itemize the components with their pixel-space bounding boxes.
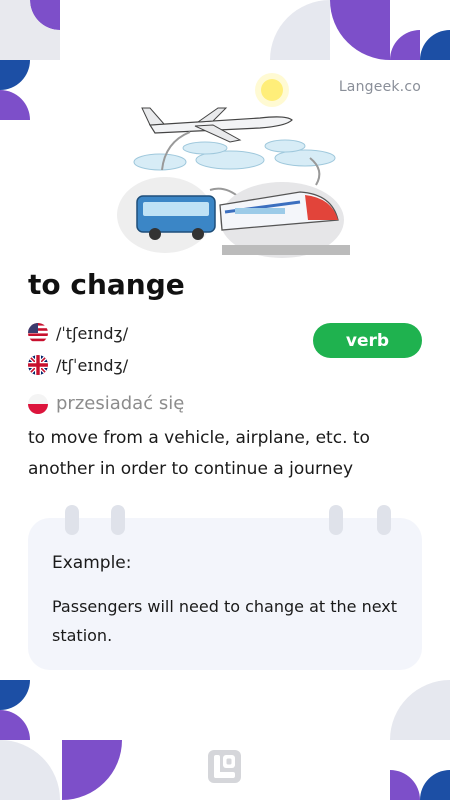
part-of-speech-badge: verb — [313, 323, 422, 358]
langeek-logo-icon — [208, 750, 241, 783]
transport-illustration — [117, 73, 350, 258]
pronunciation-us-ipa: /ˈtʃeɪndʒ/ — [56, 323, 129, 343]
word-title: to change — [28, 268, 185, 301]
binder-ring — [65, 505, 79, 535]
binder-ring — [111, 505, 125, 535]
definition-text: to move from a vehicle, airplane, etc. t… — [28, 428, 370, 479]
example-label: Example: — [52, 553, 132, 573]
uk-flag-icon — [28, 355, 48, 375]
binder-ring — [377, 505, 391, 535]
brand-label: Langeek.co — [338, 79, 421, 95]
poland-flag-icon — [28, 393, 48, 414]
translation-text: przesiadać się — [56, 393, 185, 414]
corner-decoration-bottom-left — [0, 680, 122, 800]
binder-ring — [329, 505, 343, 535]
pronunciation-uk[interactable]: /tʃˈeɪndʒ/ — [28, 355, 128, 375]
corner-decoration-top-right — [270, 0, 450, 60]
pronunciation-uk-ipa: /tʃˈeɪndʒ/ — [56, 355, 129, 375]
translation-row: przesiadać się — [28, 393, 184, 414]
pronunciation-us[interactable]: /ˈtʃeɪndʒ/ — [28, 323, 128, 343]
us-flag-icon — [28, 323, 48, 343]
airplane-icon — [141, 107, 293, 143]
example-sentence: Passengers will need to change at the ne… — [52, 597, 398, 645]
corner-decoration-top-left — [0, 0, 60, 120]
corner-decoration-bottom-right — [390, 680, 450, 800]
